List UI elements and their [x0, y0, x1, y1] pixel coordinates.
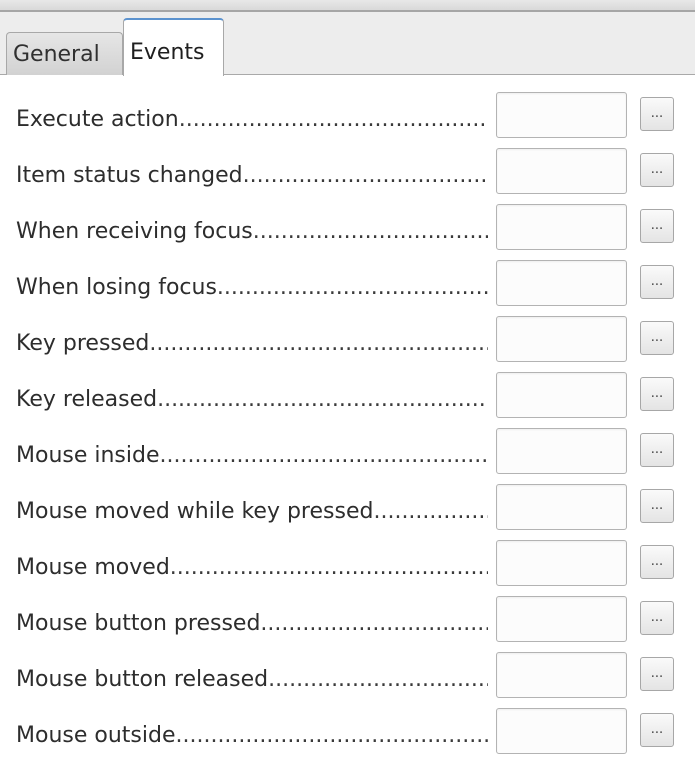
tab-general[interactable]: General — [6, 32, 123, 75]
event-label-execute-action: Execute action — [16, 106, 488, 134]
event-row-when-losing-focus: When losing focus ... — [0, 260, 695, 312]
event-row-mouse-moved-while-key-pressed: Mouse moved while key pressed ... — [0, 484, 695, 536]
event-label-mouse-inside: Mouse inside — [16, 442, 488, 470]
event-label-mouse-outside: Mouse outside — [16, 722, 488, 750]
event-row-execute-action: Execute action ... — [0, 92, 695, 144]
assign-macro-button-key-released[interactable]: ... — [640, 377, 674, 411]
macro-field-when-losing-focus[interactable] — [496, 260, 627, 306]
event-label-key-pressed: Key pressed — [16, 330, 488, 358]
macro-field-mouse-button-released[interactable] — [496, 652, 627, 698]
tab-events-label: Events — [130, 40, 205, 65]
assign-macro-button-key-pressed[interactable]: ... — [640, 321, 674, 355]
tab-bar: General Events — [0, 12, 695, 76]
event-row-mouse-inside: Mouse inside ... — [0, 428, 695, 480]
assign-macro-button-item-status-changed[interactable]: ... — [640, 153, 674, 187]
event-label-item-status-changed: Item status changed — [16, 162, 488, 190]
event-label-key-released: Key released — [16, 386, 488, 414]
event-row-when-receiving-focus: When receiving focus ... — [0, 204, 695, 256]
event-row-mouse-moved: Mouse moved ... — [0, 540, 695, 592]
assign-macro-button-execute-action[interactable]: ... — [640, 97, 674, 131]
event-label-mouse-moved-while-key-pressed: Mouse moved while key pressed — [16, 498, 488, 526]
event-label-when-receiving-focus: When receiving focus — [16, 218, 488, 246]
event-label-mouse-button-pressed: Mouse button pressed — [16, 610, 488, 638]
macro-field-mouse-moved[interactable] — [496, 540, 627, 586]
event-label-mouse-button-released: Mouse button released — [16, 666, 488, 694]
event-row-key-pressed: Key pressed ... — [0, 316, 695, 368]
macro-field-when-receiving-focus[interactable] — [496, 204, 627, 250]
macro-field-mouse-outside[interactable] — [496, 708, 627, 754]
event-row-key-released: Key released ... — [0, 372, 695, 424]
events-panel: Execute action ... Item status changed .… — [0, 76, 695, 768]
assign-macro-button-mouse-moved-while-key-pressed[interactable]: ... — [640, 489, 674, 523]
event-label-when-losing-focus: When losing focus — [16, 274, 488, 302]
event-row-mouse-outside: Mouse outside ... — [0, 708, 695, 760]
macro-field-mouse-inside[interactable] — [496, 428, 627, 474]
event-row-mouse-button-pressed: Mouse button pressed ... — [0, 596, 695, 648]
macro-field-item-status-changed[interactable] — [496, 148, 627, 194]
window-top-edge — [0, 0, 695, 12]
macro-field-key-released[interactable] — [496, 372, 627, 418]
assign-macro-button-mouse-button-pressed[interactable]: ... — [640, 601, 674, 635]
macro-field-mouse-moved-while-key-pressed[interactable] — [496, 484, 627, 530]
macro-field-mouse-button-pressed[interactable] — [496, 596, 627, 642]
macro-field-key-pressed[interactable] — [496, 316, 627, 362]
assign-macro-button-mouse-inside[interactable]: ... — [640, 433, 674, 467]
tab-general-label: General — [13, 42, 100, 67]
macro-field-execute-action[interactable] — [496, 92, 627, 138]
event-row-item-status-changed: Item status changed ... — [0, 148, 695, 200]
assign-macro-button-when-receiving-focus[interactable]: ... — [640, 209, 674, 243]
assign-macro-button-when-losing-focus[interactable]: ... — [640, 265, 674, 299]
assign-macro-button-mouse-moved[interactable]: ... — [640, 545, 674, 579]
assign-macro-button-mouse-outside[interactable]: ... — [640, 713, 674, 747]
assign-macro-button-mouse-button-released[interactable]: ... — [640, 657, 674, 691]
tab-events[interactable]: Events — [123, 18, 224, 76]
event-row-mouse-button-released: Mouse button released ... — [0, 652, 695, 704]
event-label-mouse-moved: Mouse moved — [16, 554, 488, 582]
